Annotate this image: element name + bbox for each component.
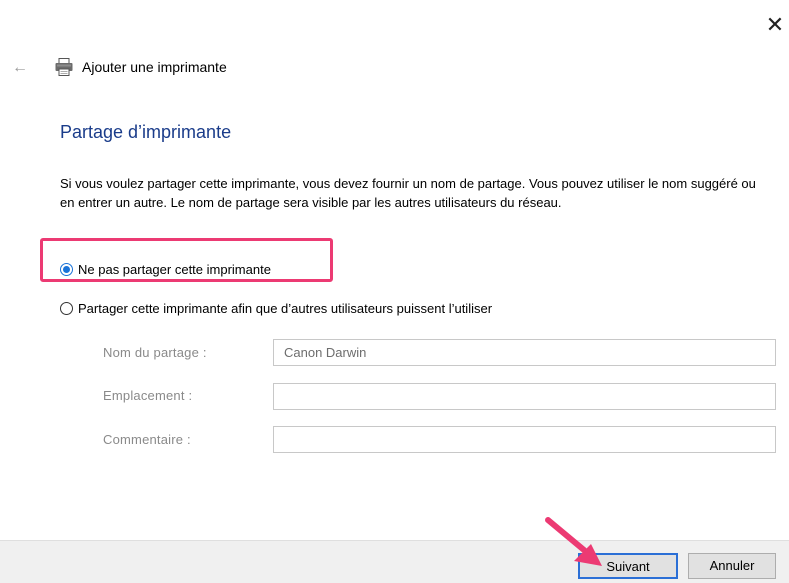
share-label: Partager cette imprimante afin que d’aut… <box>78 301 493 316</box>
no-share-label: Ne pas partager cette imprimante <box>78 262 271 277</box>
close-button[interactable]: ✕ <box>764 14 786 36</box>
back-arrow-icon: ← <box>12 59 28 76</box>
cancel-button[interactable]: Annuler <box>688 553 776 579</box>
back-button[interactable]: ← <box>12 60 30 76</box>
share-name-label: Nom du partage : <box>103 345 207 360</box>
pointer-arrow-icon <box>545 517 602 566</box>
share-name-field[interactable]: Canon Darwin <box>273 339 776 366</box>
location-label: Emplacement : <box>103 388 193 403</box>
comment-field[interactable] <box>273 426 776 453</box>
printer-icon <box>55 58 73 76</box>
share-description: Si vous voulez partager cette imprimante… <box>60 176 756 210</box>
no-share-radio[interactable] <box>60 263 73 276</box>
close-icon: ✕ <box>765 12 785 37</box>
page-title: Partage d’imprimante <box>60 122 232 142</box>
share-option[interactable]: Partager cette imprimante afin que d’aut… <box>60 301 492 316</box>
location-field[interactable] <box>273 383 776 410</box>
no-share-option[interactable]: Ne pas partager cette imprimante <box>60 262 271 277</box>
comment-label: Commentaire : <box>103 432 191 447</box>
share-radio[interactable] <box>60 302 73 315</box>
window-title: Ajouter une imprimante <box>82 59 227 75</box>
